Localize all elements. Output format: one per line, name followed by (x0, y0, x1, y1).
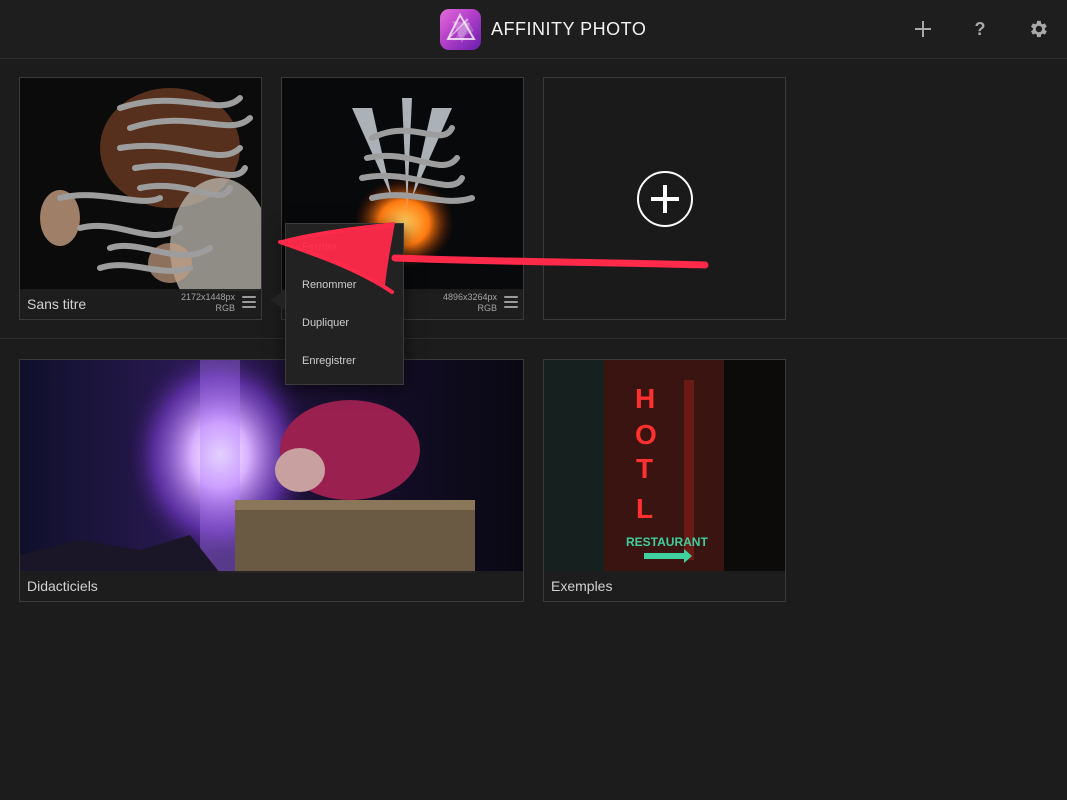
svg-text:RESTAURANT: RESTAURANT (626, 535, 708, 549)
document-meta: 2172x1448px RGB (181, 292, 235, 314)
question-icon: ? (974, 18, 986, 39)
svg-text:L: L (636, 493, 653, 524)
hamburger-icon (504, 296, 518, 298)
context-menu-arrow (270, 290, 285, 310)
tutorials-card[interactable]: Didacticiels (19, 359, 524, 602)
tutorials-footer: Didacticiels (20, 571, 523, 601)
samples-card[interactable]: H O T L RESTAURANT Exemples (543, 359, 786, 602)
document-dimensions: 4896x3264px (442, 292, 497, 302)
document-card[interactable]: Sans titre 2172x1448px RGB (19, 77, 262, 320)
tutorials-label: Didacticiels (27, 578, 98, 594)
menu-item-duplicate[interactable]: Dupliquer (286, 304, 403, 342)
gear-icon (1031, 20, 1047, 38)
hamburger-icon (242, 296, 256, 298)
menu-item-save[interactable]: Enregistrer (286, 342, 403, 380)
app-brand: AFFINITY PHOTO (440, 8, 646, 50)
section-divider (0, 338, 1067, 339)
new-document-card[interactable] (543, 77, 786, 320)
affinity-photo-logo-icon (440, 8, 481, 50)
plus-icon (915, 21, 931, 37)
samples-label: Exemples (551, 578, 613, 594)
help-button[interactable]: ? (965, 14, 995, 44)
document-dimensions: 2172x1448px (180, 292, 235, 302)
svg-text:T: T (636, 453, 653, 484)
document-color-mode: RGB (215, 303, 235, 313)
samples-footer: Exemples (544, 571, 785, 601)
context-menu: Fermer Renommer Dupliquer Enregistrer (285, 223, 404, 385)
menu-item-rename[interactable]: Renommer (286, 266, 403, 304)
document-meta: 4896x3264px RGB (443, 292, 497, 314)
new-document-button[interactable] (908, 14, 938, 44)
tutorials-thumbnail (20, 360, 523, 573)
settings-button[interactable] (1023, 14, 1053, 44)
document-thumbnail (20, 78, 261, 291)
menu-item-close[interactable]: Fermer (286, 228, 403, 266)
document-footer: Sans titre 2172x1448px RGB (20, 289, 261, 319)
app-title: AFFINITY PHOTO (491, 18, 647, 39)
samples-thumbnail: H O T L RESTAURANT (544, 360, 785, 573)
document-color-mode: RGB (477, 303, 497, 313)
document-menu-button[interactable] (242, 296, 256, 310)
document-menu-button[interactable] (504, 296, 518, 310)
svg-text:H: H (635, 383, 655, 414)
plus-circle-icon (637, 171, 693, 227)
document-name: Sans titre (27, 296, 87, 312)
top-bar: AFFINITY PHOTO ? (0, 0, 1067, 59)
svg-text:O: O (635, 419, 657, 450)
